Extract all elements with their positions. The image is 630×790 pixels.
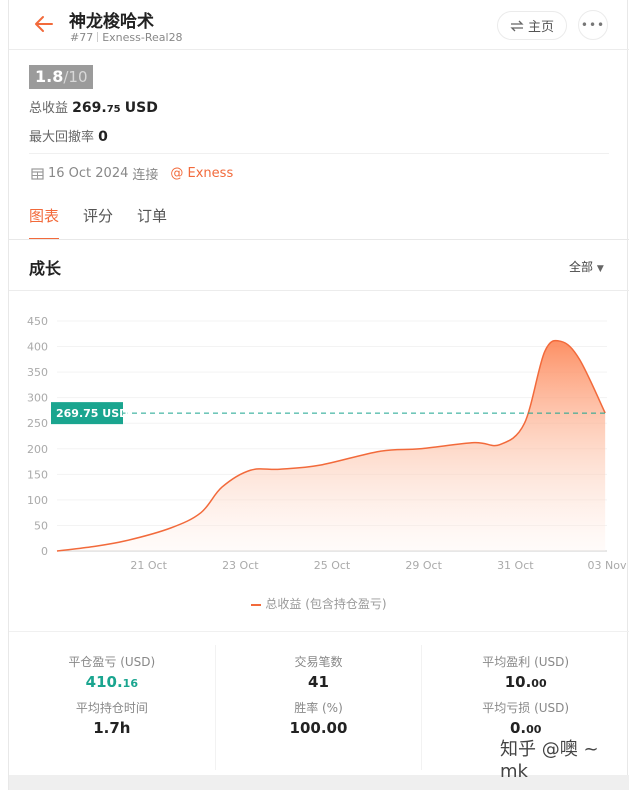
tab-bar: 图表 评分 订单 bbox=[29, 205, 167, 240]
separator bbox=[97, 32, 99, 42]
tab-orders[interactable]: 订单 bbox=[137, 205, 167, 239]
avg-loss-label: 平均亏损 (USD) bbox=[482, 701, 570, 715]
tab-rating[interactable]: 评分 bbox=[83, 205, 113, 239]
win-rate-label: 胜率 (%) bbox=[294, 701, 343, 715]
x-tick-label: 21 Oct bbox=[130, 559, 167, 572]
broker-link[interactable]: @ Exness bbox=[170, 166, 233, 181]
stats-column: 交易笔数 41 胜率 (%) 100.00 bbox=[216, 645, 423, 770]
legend-swatch bbox=[251, 603, 262, 606]
max-drawdown-value: 0 bbox=[98, 129, 108, 145]
avg-profit-int: 10. bbox=[504, 673, 532, 691]
y-tick-label: 400 bbox=[27, 341, 48, 354]
swap-icon bbox=[510, 20, 524, 31]
legend-label: 总收益 (包含持仓盈亏) bbox=[265, 597, 387, 611]
stats-divider bbox=[9, 631, 629, 632]
dropdown-caret-icon: ▼ bbox=[596, 264, 604, 274]
score-max: /10 bbox=[63, 68, 88, 86]
tab-chart[interactable]: 图表 bbox=[29, 205, 60, 240]
account-server: Exness-Real28 bbox=[102, 31, 183, 44]
x-tick-label: 03 Nov bbox=[588, 559, 627, 572]
range-label: 全部 bbox=[569, 260, 594, 274]
home-label: 主页 bbox=[527, 20, 554, 35]
section-title: 成长 bbox=[29, 259, 62, 278]
back-arrow-icon[interactable] bbox=[33, 13, 55, 35]
page-frame: 神龙梭哈术 #77 Exness-Real28 主页 ••• 1.8/10 总收益… bbox=[8, 0, 629, 790]
info-divider bbox=[29, 153, 609, 154]
total-profit-row: 总收益 269.75 USD bbox=[29, 97, 609, 116]
y-tick-label: 450 bbox=[27, 315, 48, 328]
connection-meta: 16 Oct 2024 连接 @ Exness bbox=[31, 164, 233, 183]
score-value: 1.8 bbox=[35, 67, 64, 86]
avg-profit-label: 平均盈利 (USD) bbox=[482, 655, 570, 669]
closed-pnl-dec: 16 bbox=[122, 677, 138, 690]
total-profit-int: 269. bbox=[72, 100, 107, 116]
x-tick-label: 31 Oct bbox=[497, 559, 534, 572]
y-tick-label: 150 bbox=[27, 468, 48, 481]
connected-label: 连接 bbox=[132, 168, 159, 183]
rank: #77 bbox=[70, 31, 94, 44]
connected-date: 16 Oct 2024 bbox=[48, 166, 129, 181]
score-badge: 1.8/10 bbox=[29, 65, 94, 89]
max-drawdown-row: 最大回撤率 0 bbox=[29, 126, 609, 145]
chart-legend[interactable]: 总收益 (包含持仓盈亏) bbox=[9, 595, 629, 612]
y-tick-label: 300 bbox=[27, 392, 48, 405]
avg-hold-time-value: 1.7h bbox=[93, 719, 131, 737]
current-value-label: 269.75 USD bbox=[56, 407, 128, 420]
y-tick-label: 100 bbox=[27, 494, 48, 507]
home-button[interactable]: 主页 bbox=[497, 11, 567, 40]
y-tick-label: 200 bbox=[27, 443, 48, 456]
max-drawdown-label: 最大回撤率 bbox=[29, 130, 95, 145]
avg-profit-dec: 00 bbox=[531, 677, 547, 690]
x-tick-label: 23 Oct bbox=[222, 559, 259, 572]
win-rate-value: 100.00 bbox=[289, 719, 348, 737]
stats-column: 平仓盈亏 (USD) 410.16 平均持仓时间 1.7h bbox=[9, 645, 216, 770]
header: 神龙梭哈术 #77 Exness-Real28 主页 ••• bbox=[9, 0, 629, 50]
y-tick-label: 350 bbox=[27, 366, 48, 379]
closed-pnl-label: 平仓盈亏 (USD) bbox=[68, 655, 156, 669]
total-profit-unit: USD bbox=[124, 100, 158, 116]
y-tick-label: 250 bbox=[27, 417, 48, 430]
range-dropdown[interactable]: 全部 ▼ bbox=[569, 258, 604, 275]
watermark: 知乎 @噢 ~ mk bbox=[500, 739, 599, 782]
tabs-divider bbox=[9, 239, 629, 240]
total-profit-dec: 75 bbox=[106, 104, 121, 115]
more-button[interactable]: ••• bbox=[578, 10, 608, 40]
account-subtitle: #77 Exness-Real28 bbox=[70, 31, 183, 44]
avg-profit-value: 10.00 bbox=[422, 673, 629, 691]
more-icon: ••• bbox=[580, 18, 606, 32]
avg-hold-time-label: 平均持仓时间 bbox=[75, 701, 148, 715]
account-info: 1.8/10 总收益 269.75 USD 最大回撤率 0 bbox=[29, 65, 609, 145]
trade-count-label: 交易笔数 bbox=[294, 655, 343, 669]
x-tick-label: 29 Oct bbox=[405, 559, 442, 572]
calendar-icon bbox=[31, 168, 44, 180]
total-profit-label: 总收益 bbox=[29, 101, 69, 116]
growth-chart: 0 50 100 150 200 250 300 350 400 450 21 Oct 23 Oct… bbox=[27, 315, 627, 572]
closed-pnl-value: 410.16 bbox=[9, 673, 215, 691]
trade-count-value: 41 bbox=[308, 673, 329, 691]
x-tick-label: 25 Oct bbox=[314, 559, 351, 572]
y-tick-label: 50 bbox=[34, 519, 48, 532]
page-title: 神龙梭哈术 bbox=[69, 12, 154, 32]
y-tick-label: 0 bbox=[41, 545, 48, 558]
closed-pnl-int: 410. bbox=[85, 673, 123, 691]
section-divider bbox=[9, 290, 629, 291]
